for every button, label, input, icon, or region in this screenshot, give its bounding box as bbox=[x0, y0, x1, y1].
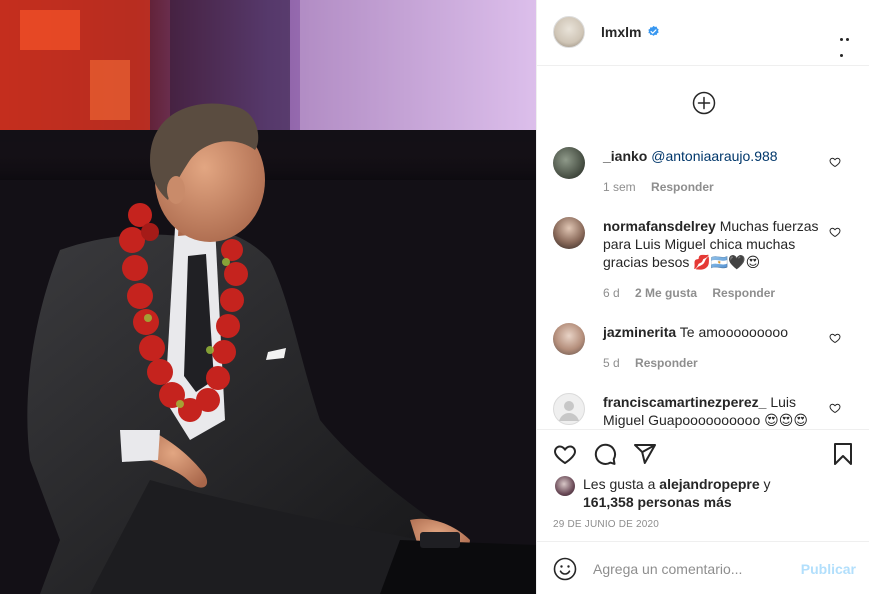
paper-plane-icon[interactable] bbox=[633, 442, 657, 466]
likes-summary: Les gusta a alejandropepre y 161,358 per… bbox=[583, 475, 823, 511]
instagram-post: lmxlm _ianko @antoniaaraujo.988 1 sem Re… bbox=[0, 0, 869, 594]
comment-time[interactable]: 1 sem bbox=[603, 180, 636, 194]
comment-username[interactable]: jazminerita bbox=[603, 324, 676, 340]
post-side-panel: lmxlm _ianko @antoniaaraujo.988 1 sem Re… bbox=[536, 0, 869, 594]
post-actions: Les gusta a alejandropepre y 161,358 per… bbox=[537, 429, 869, 541]
comment-like-count[interactable]: 2 Me gusta bbox=[635, 286, 697, 300]
liker-username[interactable]: alejandropepre bbox=[659, 476, 759, 492]
post-header: lmxlm bbox=[537, 0, 869, 66]
comment-username[interactable]: franciscamartinezperez_ bbox=[603, 394, 766, 410]
comment-heart-icon[interactable] bbox=[829, 226, 841, 238]
verified-badge-icon bbox=[648, 25, 659, 36]
comment-heart-icon[interactable] bbox=[829, 402, 841, 414]
comment-username[interactable]: normafansdelrey bbox=[603, 218, 716, 234]
default-avatar-icon bbox=[559, 401, 579, 421]
comment-mention[interactable]: @antoniaaraujo.988 bbox=[651, 148, 777, 164]
comment-bubble-icon[interactable] bbox=[593, 442, 617, 466]
publish-button[interactable]: Publicar bbox=[801, 561, 856, 577]
comment-item: jazminerita Te amooooooooo 5 d Responder bbox=[553, 323, 863, 373]
bookmark-icon[interactable] bbox=[831, 442, 855, 466]
author-avatar[interactable] bbox=[553, 16, 585, 48]
reply-button[interactable]: Responder bbox=[635, 356, 698, 370]
post-date[interactable]: 29 DE JUNIO DE 2020 bbox=[553, 519, 659, 530]
emoji-smile-icon[interactable] bbox=[553, 557, 577, 581]
reply-button[interactable]: Responder bbox=[712, 286, 775, 300]
commenter-avatar[interactable] bbox=[553, 217, 585, 249]
commenter-avatar[interactable] bbox=[553, 393, 585, 425]
comment-username[interactable]: _ianko bbox=[603, 148, 647, 164]
likes-count[interactable]: 161,358 personas más bbox=[583, 494, 732, 510]
comment-item: _ianko @antoniaaraujo.988 1 sem Responde… bbox=[553, 147, 863, 197]
plus-circle-icon[interactable] bbox=[692, 91, 716, 115]
author-username[interactable]: lmxlm bbox=[601, 24, 641, 40]
reply-button[interactable]: Responder bbox=[651, 180, 714, 194]
comment-meta: 5 d Responder bbox=[603, 356, 710, 370]
comment-meta: 6 d 2 Me gusta Responder bbox=[603, 286, 787, 300]
comment-heart-icon[interactable] bbox=[829, 156, 841, 168]
likes-prefix: Les gusta a bbox=[583, 476, 656, 492]
comment-item: normafansdelrey Muchas fuerzas para Luis… bbox=[553, 217, 863, 307]
liker-avatar[interactable] bbox=[555, 476, 575, 496]
concert-photo-illustration bbox=[0, 0, 536, 594]
comment-input[interactable] bbox=[593, 556, 793, 582]
comment-text: Te amooooooooo bbox=[679, 324, 788, 340]
commenter-avatar[interactable] bbox=[553, 323, 585, 355]
post-photo[interactable] bbox=[0, 0, 536, 594]
commenter-avatar[interactable] bbox=[553, 147, 585, 179]
heart-icon[interactable] bbox=[553, 442, 577, 466]
likes-joiner: y bbox=[763, 476, 771, 492]
comment-time[interactable]: 6 d bbox=[603, 286, 620, 300]
comment-meta: 1 sem Responder bbox=[603, 180, 726, 194]
comment-item: franciscamartinezperez_ Luis Miguel Guap… bbox=[553, 393, 863, 429]
comment-time[interactable]: 5 d bbox=[603, 356, 620, 370]
add-comment-bar: Publicar bbox=[537, 541, 869, 594]
more-options-icon[interactable] bbox=[840, 28, 856, 57]
comment-heart-icon[interactable] bbox=[829, 332, 841, 344]
comments-list[interactable]: _ianko @antoniaaraujo.988 1 sem Responde… bbox=[537, 67, 869, 429]
